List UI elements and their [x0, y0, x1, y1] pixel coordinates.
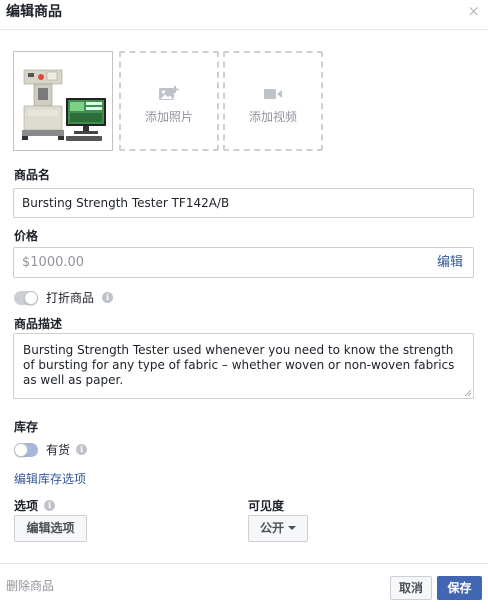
product-name-input[interactable]: Bursting Strength Tester TF142A/B [13, 188, 474, 218]
description-label: 商品描述 [14, 317, 63, 331]
footer-divider [0, 563, 488, 564]
add-video-icon [225, 85, 321, 105]
info-icon[interactable]: i [76, 444, 87, 455]
add-photo-button[interactable]: 添加照片 [119, 51, 219, 151]
caret-down-icon [288, 525, 296, 530]
options-label: 选项 [14, 499, 39, 513]
in-stock-toggle[interactable] [14, 443, 38, 457]
edit-inventory-options-link[interactable]: 编辑库存选项 [14, 470, 86, 487]
add-video-label: 添加视频 [248, 110, 297, 124]
product-photo [14, 52, 112, 150]
description-textarea[interactable]: Bursting Strength Tester used whenever y… [13, 333, 474, 399]
cancel-button[interactable]: 取消 [390, 576, 432, 600]
info-icon[interactable]: i [102, 292, 113, 303]
close-icon[interactable]: × [467, 4, 480, 19]
toggle-knob [24, 291, 38, 305]
save-button[interactable]: 保存 [437, 576, 482, 600]
edit-options-button[interactable]: 编辑选项 [14, 515, 87, 542]
price-input[interactable]: $1000.00 编辑 [13, 247, 474, 278]
toggle-knob [14, 443, 28, 457]
product-image[interactable] [13, 51, 113, 151]
discount-toggle[interactable] [14, 291, 38, 305]
add-photo-icon [121, 85, 217, 105]
price-label: 价格 [14, 229, 39, 243]
visibility-value: 公开 [259, 521, 284, 535]
add-photo-label: 添加照片 [144, 110, 193, 124]
info-icon[interactable]: i [44, 500, 55, 511]
dialog-header: 编辑商品 × [0, 0, 488, 30]
visibility-label: 可见度 [248, 499, 285, 513]
in-stock-label: 有货 [46, 443, 71, 457]
discount-label: 打折商品 [46, 291, 95, 305]
add-video-button[interactable]: 添加视频 [223, 51, 323, 151]
price-edit-link[interactable]: 编辑 [437, 248, 463, 277]
resize-handle-icon[interactable] [464, 389, 472, 397]
dialog-title: 编辑商品 [6, 4, 62, 20]
inventory-label: 库存 [14, 420, 39, 434]
visibility-dropdown[interactable]: 公开 [248, 515, 308, 542]
description-text: Bursting Strength Tester used whenever y… [23, 343, 455, 387]
product-name-label: 商品名 [14, 168, 51, 182]
price-value: $1000.00 [22, 255, 85, 270]
delete-product-link[interactable]: 删除商品 [6, 577, 54, 594]
